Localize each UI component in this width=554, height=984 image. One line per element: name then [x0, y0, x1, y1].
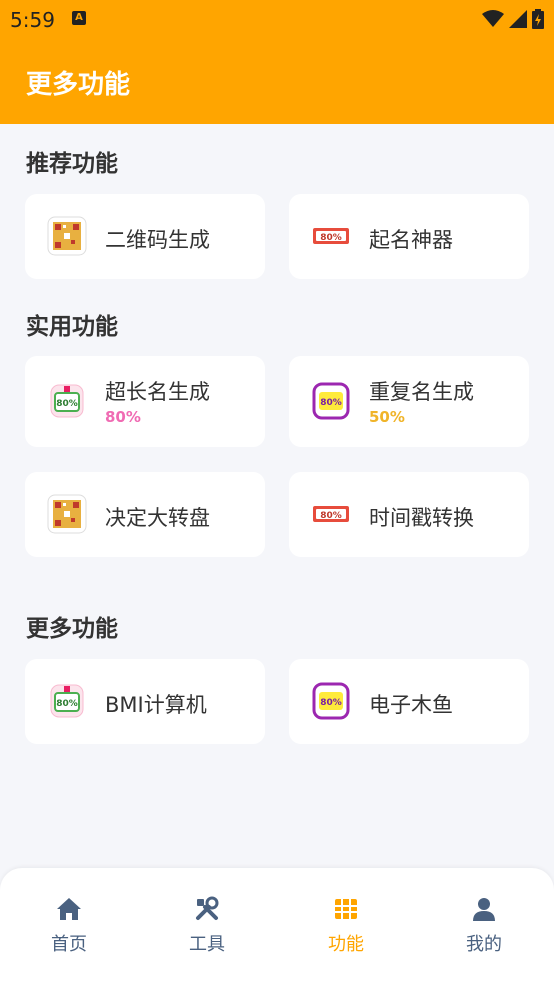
purple-badge-icon: 80% — [312, 682, 350, 720]
app-bar: 更多功能 — [0, 40, 554, 124]
section-title-recommended: 推荐功能 — [26, 151, 118, 177]
feature-card-long-name[interactable]: 80% 超长名生成 80% — [25, 356, 265, 447]
nav-item-tools[interactable]: 工具 — [167, 896, 247, 956]
svg-text:80%: 80% — [320, 511, 342, 521]
qr-badge-icon — [47, 494, 87, 534]
feature-card-wooden-fish[interactable]: 80% 电子木鱼 — [289, 659, 529, 744]
feature-label: 二维码生成 — [105, 228, 210, 252]
status-bar: 5:59 A — [0, 0, 554, 40]
flag-badge-icon: 80% — [50, 684, 84, 718]
feature-label: 决定大转盘 — [105, 506, 210, 530]
grid-icon — [335, 899, 357, 919]
person-icon — [473, 898, 495, 921]
feature-card-bmi[interactable]: 80% BMI计算机 — [25, 659, 265, 744]
a-icon: A — [72, 11, 86, 25]
nav-item-features[interactable]: 功能 — [306, 896, 386, 956]
nav-label: 首页 — [51, 934, 87, 955]
section-title-more: 更多功能 — [26, 616, 118, 642]
feature-card-repeat-name[interactable]: 80% 重复名生成 50% — [289, 356, 529, 447]
nav-item-home[interactable]: 首页 — [29, 896, 109, 956]
bottom-nav: 首页 工具 功能 我的 — [0, 868, 554, 984]
qr-badge-icon — [47, 216, 87, 256]
svg-text:80%: 80% — [56, 699, 78, 709]
battery-icon — [532, 9, 544, 29]
feature-label: 起名神器 — [369, 228, 453, 252]
tools-icon — [196, 896, 219, 920]
flag-badge-icon: 80% — [50, 384, 84, 418]
nav-item-profile[interactable]: 我的 — [444, 896, 524, 956]
progress-text: 50% — [369, 408, 405, 426]
signal-icon — [509, 10, 527, 28]
svg-text:80%: 80% — [320, 233, 342, 243]
wifi-icon — [482, 10, 504, 27]
svg-text:80%: 80% — [320, 698, 342, 708]
page-title: 更多功能 — [26, 70, 131, 100]
nav-label: 我的 — [466, 934, 502, 955]
svg-text:80%: 80% — [320, 398, 342, 408]
feature-card-wheel[interactable]: 决定大转盘 — [25, 472, 265, 557]
purple-badge-icon: 80% — [312, 382, 350, 420]
feature-card-naming[interactable]: 80% 起名神器 — [289, 194, 529, 279]
feature-label: 时间戳转换 — [369, 506, 474, 530]
tag-badge-icon: 80% — [313, 228, 349, 244]
status-time: 5:59 — [10, 8, 55, 32]
feature-label: 重复名生成 — [369, 380, 474, 404]
nav-label: 工具 — [189, 934, 225, 955]
progress-text: 80% — [105, 408, 141, 426]
feature-label: 超长名生成 — [105, 380, 210, 404]
section-title-practical: 实用功能 — [26, 314, 118, 340]
system-icons — [482, 9, 544, 29]
tag-badge-icon: 80% — [313, 506, 349, 522]
feature-label: BMI计算机 — [105, 693, 207, 717]
svg-text:80%: 80% — [56, 399, 78, 409]
feature-card-timestamp[interactable]: 80% 时间戳转换 — [289, 472, 529, 557]
home-icon — [57, 898, 81, 920]
feature-label: 电子木鱼 — [369, 693, 453, 717]
feature-card-qr[interactable]: 二维码生成 — [25, 194, 265, 279]
nav-label: 功能 — [328, 934, 364, 955]
